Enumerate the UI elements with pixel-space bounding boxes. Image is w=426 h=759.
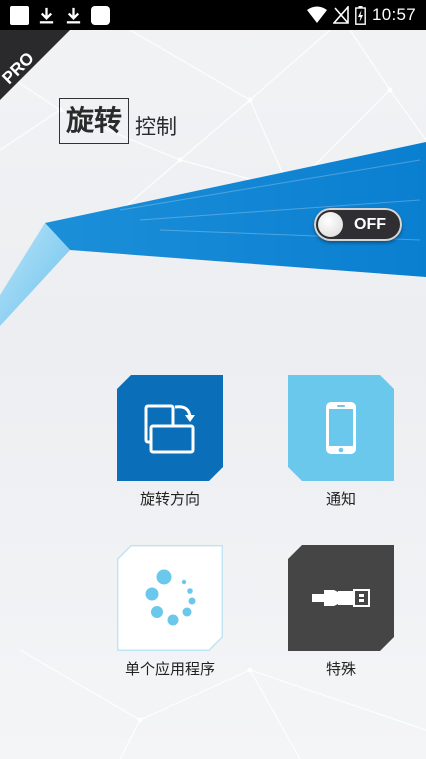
tile-special[interactable]: [288, 545, 394, 651]
tile-label-notification: 通知: [325, 490, 356, 508]
rotate-screen-icon: [144, 404, 195, 454]
toggle-label: OFF: [354, 216, 386, 233]
tile-rotation-direction[interactable]: [117, 375, 223, 481]
tile-label-single-app: 单个应用程序: [124, 660, 215, 678]
notification-icon: [91, 5, 110, 25]
status-bar: 10:57: [0, 0, 426, 30]
rotation-toggle[interactable]: OFF: [314, 208, 402, 241]
download-icon: [66, 7, 81, 23]
usb-plug-icon: [312, 589, 370, 607]
tile-label-special: 特殊: [325, 660, 356, 678]
tile-notification[interactable]: [288, 375, 394, 481]
notification-icon: [10, 5, 29, 25]
wifi-icon: [306, 6, 327, 23]
loading-dots-icon: [145, 569, 196, 626]
tile-label-rotation-direction: 旋转方向: [139, 490, 200, 508]
clock: 10:57: [371, 5, 416, 24]
toggle-knob: [318, 212, 343, 237]
smartphone-icon: [326, 402, 356, 454]
tile-single-app[interactable]: [117, 545, 223, 651]
download-icon: [39, 7, 54, 23]
battery-icon: [355, 5, 366, 25]
signal-off-icon: [332, 6, 349, 24]
